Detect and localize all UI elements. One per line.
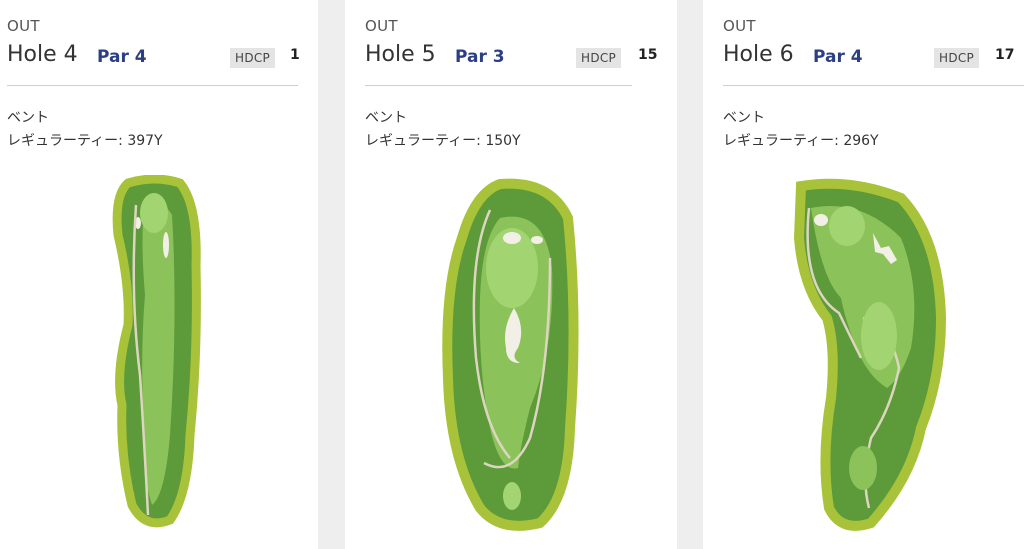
hole-title: Hole 4 (7, 42, 78, 67)
hdcp-value: 15 (638, 47, 658, 63)
tee-distance: レギュラーティー: 296Y (723, 133, 879, 149)
tee-distance: レギュラーティー: 150Y (365, 133, 521, 149)
hdcp-badge: HDCP (934, 48, 980, 68)
hole-title: Hole 5 (365, 42, 436, 67)
hole-info: ベント レギュラーティー: 296Y (723, 107, 879, 153)
hole-title: Hole 6 (723, 42, 794, 67)
green-type: ベント (365, 110, 407, 126)
par-label: Par 4 (813, 47, 863, 67)
hole-card-6[interactable]: OUT Hole 6 Par 4 HDCP 17 ベント レギュラーティー: 2… (703, 0, 1024, 549)
side-label: OUT (723, 17, 756, 35)
side-label: OUT (7, 17, 40, 35)
hole-map (442, 178, 579, 531)
side-label: OUT (365, 17, 398, 35)
tee-distance: レギュラーティー: 397Y (7, 133, 163, 149)
green-type: ベント (723, 110, 765, 126)
hole-info: ベント レギュラーティー: 150Y (365, 107, 521, 153)
hdcp-badge: HDCP (576, 48, 622, 68)
par-label: Par 4 (97, 47, 147, 67)
hole-header: OUT Hole 6 Par 4 HDCP 17 (723, 15, 1024, 86)
par-label: Par 3 (455, 47, 505, 67)
hdcp-value: 1 (290, 47, 300, 63)
hole-header: OUT Hole 4 Par 4 HDCP 1 (7, 15, 300, 86)
hole-card-4[interactable]: OUT Hole 4 Par 4 HDCP 1 ベント レギュラーティー: 39… (0, 0, 318, 549)
hole-card-5[interactable]: OUT Hole 5 Par 3 HDCP 15 ベント レギュラーティー: 1… (345, 0, 677, 549)
hdcp-badge: HDCP (230, 48, 276, 68)
green-type: ベント (7, 110, 49, 126)
hole-map (112, 175, 201, 528)
hole-header: OUT Hole 5 Par 3 HDCP 15 (365, 15, 657, 86)
hole-map (793, 178, 947, 531)
hole-info: ベント レギュラーティー: 397Y (7, 107, 163, 153)
hdcp-value: 17 (995, 47, 1015, 63)
